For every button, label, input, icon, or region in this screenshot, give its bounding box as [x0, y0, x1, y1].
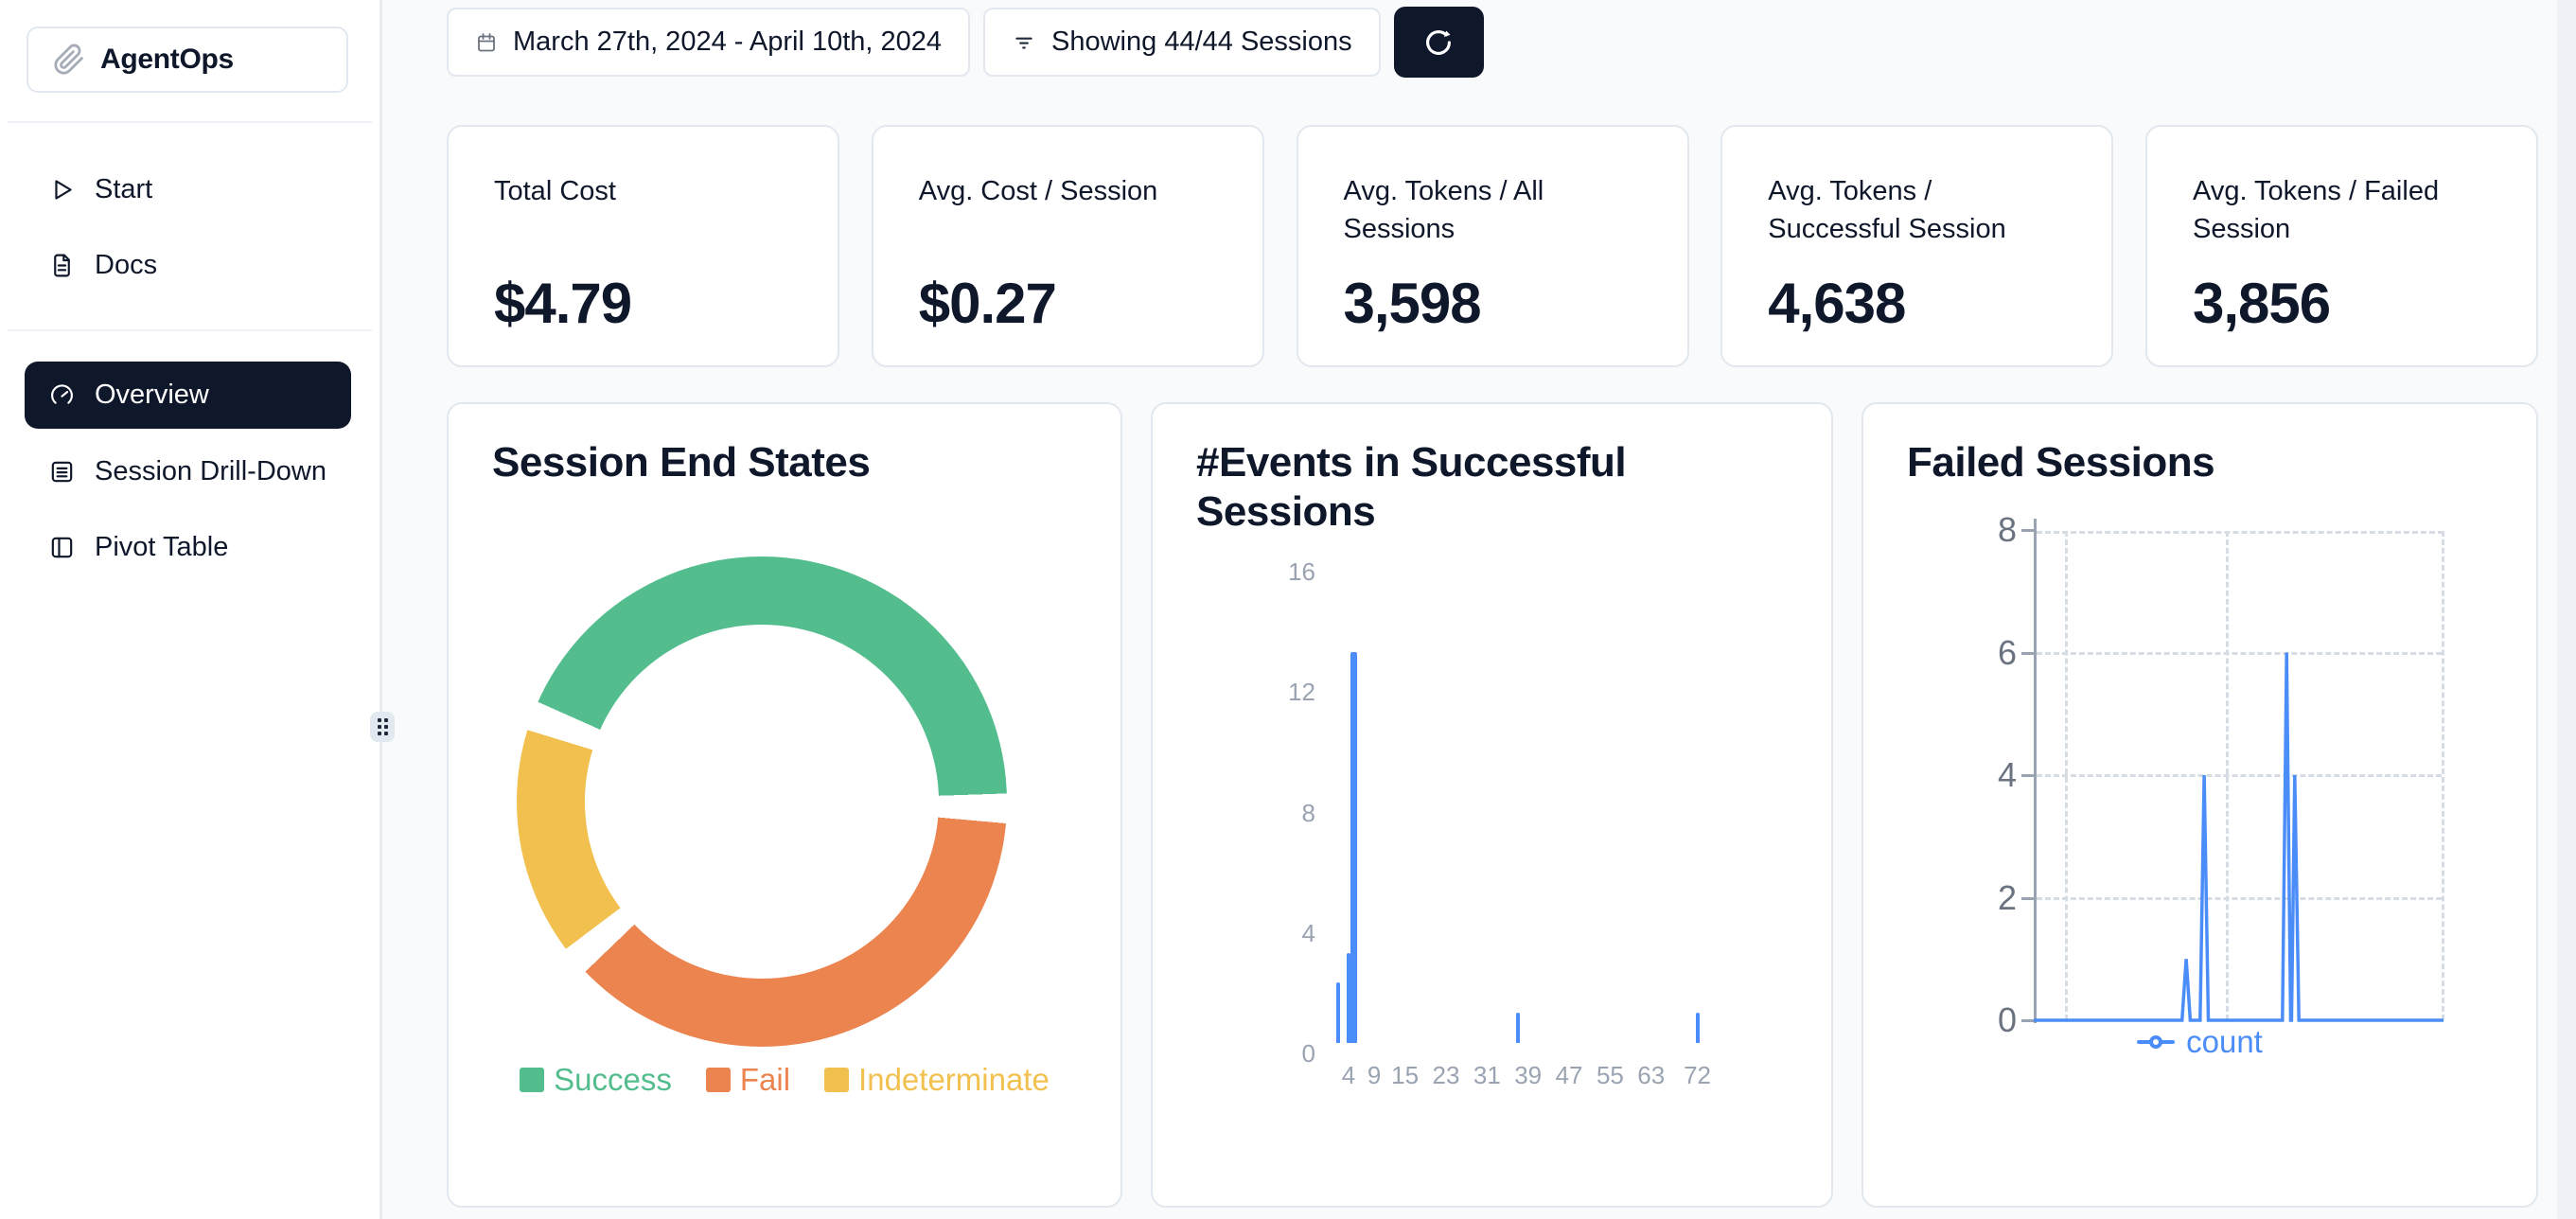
- play-icon: [48, 176, 76, 203]
- histogram-bar: [1350, 652, 1357, 1043]
- histogram-bar: [1336, 982, 1340, 1043]
- main-content: March 27th, 2024 - April 10th, 2024 Show…: [385, 0, 2576, 1219]
- sidebar-item-label: Pivot Table: [95, 532, 228, 563]
- y-axis-label: 16: [1153, 557, 1315, 587]
- legend-swatch: [706, 1068, 731, 1092]
- stat-label: Total Cost: [494, 172, 792, 252]
- events-chart-card: #Events in Successful Sessions 048121649…: [1151, 402, 1833, 1208]
- x-axis-label: 72: [1660, 1061, 1736, 1090]
- y-axis-tick: [2021, 529, 2034, 532]
- charts-row: Session End States Success Fail Indeterm…: [447, 402, 2538, 1208]
- legend-label: Fail: [740, 1062, 790, 1098]
- refresh-button[interactable]: [1394, 7, 1484, 78]
- sidebar-item-session-drill-down[interactable]: Session Drill-Down: [25, 444, 351, 499]
- y-axis-tick: [2021, 652, 2034, 655]
- stat-value: $4.79: [494, 271, 792, 336]
- histogram-bar: [1516, 1013, 1520, 1043]
- sidebar-divider: [8, 329, 372, 331]
- scrollbar-track[interactable]: [2557, 0, 2576, 1219]
- legend-swatch: [520, 1068, 544, 1092]
- stat-value: 4,638: [1768, 271, 2066, 336]
- y-axis-tick: [2021, 774, 2034, 777]
- sidebar-item-label: Docs: [95, 250, 157, 281]
- stat-card-avg-tokens-failed: Avg. Tokens / Failed Session 3,856: [2145, 125, 2538, 367]
- count-legend[interactable]: count: [1863, 1024, 2536, 1060]
- y-axis-tick: [2021, 1019, 2034, 1022]
- legend-item-indeterminate[interactable]: Indeterminate: [824, 1062, 1050, 1098]
- sidebar-item-overview[interactable]: Overview: [25, 362, 351, 429]
- filter-icon: [1012, 30, 1036, 55]
- sidebar-item-pivot-table[interactable]: Pivot Table: [25, 520, 351, 574]
- y-axis-label: 8: [1863, 510, 2017, 550]
- y-axis-label: 12: [1153, 678, 1315, 707]
- stat-card-total-cost: Total Cost $4.79: [447, 125, 839, 367]
- stat-label: Avg. Cost / Session: [919, 172, 1217, 252]
- toolbar: March 27th, 2024 - April 10th, 2024 Show…: [447, 8, 1484, 77]
- stat-label: Avg. Tokens / Successful Session: [1768, 172, 2066, 252]
- stat-value: 3,856: [2193, 271, 2491, 336]
- sidebar-item-start[interactable]: Start: [25, 162, 351, 217]
- date-range-label: March 27th, 2024 - April 10th, 2024: [513, 26, 942, 58]
- refresh-icon: [1420, 25, 1456, 61]
- sidebar-item-label: Overview: [95, 380, 209, 411]
- date-range-button[interactable]: March 27th, 2024 - April 10th, 2024: [447, 8, 970, 77]
- sidebar-item-label: Session Drill-Down: [95, 456, 326, 487]
- failed-line-svg: [2034, 524, 2444, 1026]
- legend-label: Indeterminate: [858, 1062, 1050, 1098]
- stat-value: $0.27: [919, 271, 1217, 336]
- events-plot: 0481216491523313947556372: [1153, 404, 1831, 1206]
- y-axis-label: 2: [1863, 878, 2017, 918]
- count-line-series: [2034, 653, 2444, 1021]
- y-axis-label: 8: [1153, 799, 1315, 828]
- stat-value: 3,598: [1344, 271, 1642, 336]
- paperclip-icon: [53, 44, 85, 76]
- y-axis-tick: [2021, 897, 2034, 900]
- legend-swatch: [824, 1068, 849, 1092]
- stat-card-avg-cost-session: Avg. Cost / Session $0.27: [872, 125, 1264, 367]
- sidebar: AgentOps Start Docs Overview Session Dri…: [0, 0, 382, 1219]
- legend-label: Success: [554, 1062, 672, 1098]
- document-icon: [48, 252, 76, 279]
- sidebar-divider: [8, 121, 372, 123]
- legend-label: count: [2186, 1024, 2263, 1060]
- y-axis-label: 4: [1153, 919, 1315, 948]
- y-axis-label: 4: [1863, 755, 2017, 795]
- app-title: AgentOps: [100, 44, 234, 76]
- legend-item-success[interactable]: Success: [520, 1062, 672, 1098]
- sessions-filter-label: Showing 44/44 Sessions: [1051, 26, 1352, 58]
- list-box-icon: [48, 458, 76, 486]
- session-end-states-card: Session End States Success Fail Indeterm…: [447, 402, 1122, 1208]
- failed-sessions-card: Failed Sessions 02468 count: [1861, 402, 2538, 1208]
- stat-card-avg-tokens-all: Avg. Tokens / All Sessions 3,598: [1297, 125, 1689, 367]
- line-series-marker-icon: [2137, 1035, 2175, 1049]
- sessions-filter-button[interactable]: Showing 44/44 Sessions: [983, 8, 1381, 77]
- donut-legend: Success Fail Indeterminate: [449, 1062, 1120, 1098]
- sidebar-item-label: Start: [95, 174, 152, 205]
- y-axis-label: 6: [1863, 633, 2017, 673]
- app-logo[interactable]: AgentOps: [26, 26, 348, 93]
- donut-hole: [585, 625, 939, 979]
- gauge-icon: [48, 381, 76, 409]
- chart-title: Session End States: [492, 438, 870, 487]
- stats-row: Total Cost $4.79 Avg. Cost / Session $0.…: [447, 125, 2538, 367]
- legend-item-fail[interactable]: Fail: [706, 1062, 790, 1098]
- y-axis-label: 0: [1153, 1039, 1315, 1069]
- sidebar-resize-handle[interactable]: [370, 712, 395, 742]
- pivot-icon: [48, 534, 76, 561]
- sidebar-item-docs[interactable]: Docs: [25, 238, 351, 292]
- stat-label: Avg. Tokens / Failed Session: [2193, 172, 2491, 252]
- calendar-icon: [475, 31, 498, 54]
- histogram-bar: [1696, 1013, 1700, 1043]
- stat-card-avg-tokens-successful: Avg. Tokens / Successful Session 4,638: [1720, 125, 2113, 367]
- stat-label: Avg. Tokens / All Sessions: [1344, 172, 1642, 252]
